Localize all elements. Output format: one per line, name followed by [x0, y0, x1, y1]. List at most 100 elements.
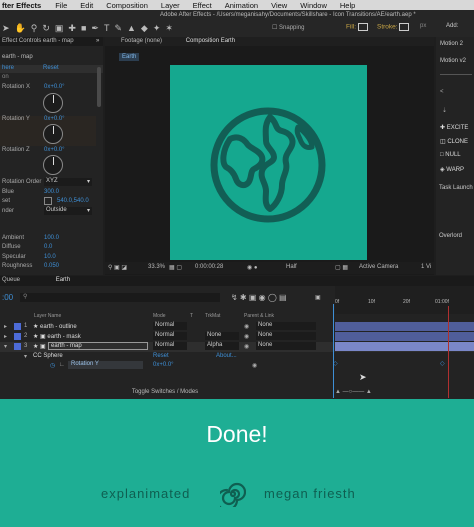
specular-value[interactable]: 10.0: [44, 254, 56, 260]
layer-bar[interactable]: [335, 332, 474, 341]
tab-render-queue[interactable]: Queue: [2, 277, 20, 283]
warp-button[interactable]: ◈ WARP: [440, 166, 464, 173]
layer-name[interactable]: ★ ▣ earth - mask: [33, 333, 81, 340]
playhead[interactable]: [333, 304, 339, 398]
trkmat-select[interactable]: Alpha: [205, 342, 239, 350]
excite-button[interactable]: ✚ EXCITE: [440, 124, 468, 131]
layer-row[interactable]: ▸ 1 ★ earth - outline Normal ◉ None: [0, 322, 474, 332]
stroke-swatch[interactable]: [399, 23, 410, 31]
keyframe-icon[interactable]: ◇: [333, 360, 338, 367]
pen-tool-icon[interactable]: ✒: [91, 23, 99, 34]
property-name[interactable]: Rotation Y: [68, 361, 143, 369]
trkmat-select[interactable]: None: [205, 332, 239, 340]
rotz-value[interactable]: 0x+0.0°: [44, 147, 65, 153]
parent-select[interactable]: None: [256, 322, 316, 330]
pickwhip-icon[interactable]: ◉: [244, 343, 249, 350]
zoom-tool-icon[interactable]: ⚲: [31, 23, 38, 34]
rotx-value[interactable]: 0x+0.0°: [44, 84, 65, 90]
app-menu[interactable]: fter Effects: [2, 1, 41, 10]
view-select[interactable]: 1 Vi: [421, 264, 431, 270]
twirl-open-icon[interactable]: ▾: [4, 343, 7, 350]
rotate-tool-icon[interactable]: ↻: [42, 23, 50, 34]
search-input[interactable]: ⚲: [20, 293, 220, 302]
cc-reset-button[interactable]: Reset: [153, 353, 169, 359]
roto-tool-icon[interactable]: ✦: [153, 23, 161, 34]
eraser-tool-icon[interactable]: ◆: [141, 23, 148, 34]
current-time[interactable]: :00: [2, 293, 13, 302]
property-value[interactable]: 0x+0.0°: [153, 362, 174, 368]
menu-window[interactable]: Window: [300, 1, 327, 10]
motion-tab[interactable]: Motion 2: [440, 41, 463, 47]
magnifier-icon[interactable]: ⚲ ▣ ◪: [108, 264, 127, 271]
diffuse-value[interactable]: 0.0: [44, 244, 52, 250]
parent-select[interactable]: None: [256, 332, 316, 340]
layer-row[interactable]: ▸ 2 ★ ▣ earth - mask Normal None ◉ None: [0, 332, 474, 342]
effect-scrollbar[interactable]: [97, 67, 101, 107]
twirl-open-icon[interactable]: ▾: [24, 353, 27, 360]
toggle-switches-button[interactable]: Toggle Switches / Modes: [0, 389, 330, 395]
timecode[interactable]: 0:00:00:28: [195, 264, 223, 270]
select-tool-icon[interactable]: ➤: [2, 23, 10, 34]
layer-name[interactable]: ★ earth - outline: [33, 323, 77, 330]
camera-tool-icon[interactable]: ▣: [55, 23, 64, 34]
layer-name[interactable]: ★ ▣: [33, 343, 46, 350]
blue-value[interactable]: 300.0: [44, 189, 59, 195]
comp-canvas[interactable]: [170, 65, 367, 260]
type-tool-icon[interactable]: T: [104, 23, 110, 34]
layer-bar[interactable]: [335, 342, 474, 351]
zoom-level[interactable]: 33.3%: [148, 264, 165, 270]
effect-controls-title[interactable]: Effect Controls earth - map: [2, 38, 74, 44]
stamp-tool-icon[interactable]: ▲: [127, 23, 136, 34]
comp-flowchart-icon[interactable]: ▣: [315, 294, 321, 301]
label-color-swatch[interactable]: [14, 323, 21, 330]
twirl-icon[interactable]: ▸: [4, 323, 7, 330]
pan-tool-icon[interactable]: ✚: [68, 23, 76, 34]
menu-view[interactable]: View: [271, 1, 287, 10]
menu-layer[interactable]: Layer: [161, 1, 180, 10]
pickwhip-icon[interactable]: ◉: [244, 333, 249, 340]
menu-edit[interactable]: Edit: [80, 1, 93, 10]
twirl-icon[interactable]: ▸: [4, 333, 7, 340]
roughness-value[interactable]: 0.050: [44, 263, 59, 269]
rotx-dial[interactable]: [43, 93, 63, 113]
fill-swatch[interactable]: [357, 23, 368, 31]
pickwhip-icon[interactable]: ◉: [244, 323, 249, 330]
camera-select[interactable]: Active Camera: [359, 264, 398, 270]
roty-value[interactable]: 0x+0.0°: [44, 116, 65, 122]
cc-about-button[interactable]: About...: [216, 353, 237, 359]
stroke-control[interactable]: Stroke:: [377, 23, 410, 31]
keyframe-icon[interactable]: ◇: [440, 360, 445, 367]
mode-select[interactable]: Normal: [153, 322, 187, 330]
shape-tool-icon[interactable]: ■: [81, 23, 86, 34]
timeline-switch-icons[interactable]: ↯ ✱ ▣ ◉ ◯ ▤: [231, 293, 287, 302]
bracket-icon[interactable]: <: [440, 89, 444, 95]
graph-icon[interactable]: ∟: [59, 362, 65, 368]
panel-menu-icon[interactable]: »: [96, 37, 99, 46]
overlord-tab[interactable]: Overlord: [439, 233, 462, 239]
menu-composition[interactable]: Composition: [106, 1, 148, 10]
brush-tool-icon[interactable]: ✎: [114, 23, 122, 34]
mode-select[interactable]: Normal: [153, 342, 187, 350]
mode-select[interactable]: Normal: [153, 332, 187, 340]
camera-icon[interactable]: ◉ ●: [247, 264, 258, 271]
roty-dial[interactable]: [43, 124, 63, 144]
add-menu[interactable]: Add:: [446, 23, 458, 29]
menu-file[interactable]: File: [55, 1, 67, 10]
layer-bar[interactable]: [335, 322, 474, 331]
link-icon[interactable]: ◉: [252, 362, 257, 369]
render-select[interactable]: Outside ▾: [44, 207, 92, 215]
label-color-swatch[interactable]: [14, 343, 21, 350]
region-icon[interactable]: ▢ ▦: [335, 264, 348, 271]
effect-reset-button[interactable]: Reset: [43, 65, 59, 71]
crosshair-icon[interactable]: [44, 197, 52, 205]
offset-value[interactable]: 540.0,540.0: [57, 198, 89, 204]
tab-earth[interactable]: Earth: [56, 277, 70, 283]
parent-select[interactable]: None: [256, 342, 316, 350]
ambient-value[interactable]: 100.0: [44, 235, 59, 241]
label-color-swatch[interactable]: [14, 333, 21, 340]
hand-tool-icon[interactable]: ✋: [15, 23, 26, 34]
menu-animation[interactable]: Animation: [225, 1, 258, 10]
clone-button[interactable]: ◫ CLONE: [440, 138, 468, 145]
order-select[interactable]: XYZ ▾: [44, 178, 92, 186]
zoom-slider[interactable]: ▲ —○—— ▲: [335, 389, 372, 395]
